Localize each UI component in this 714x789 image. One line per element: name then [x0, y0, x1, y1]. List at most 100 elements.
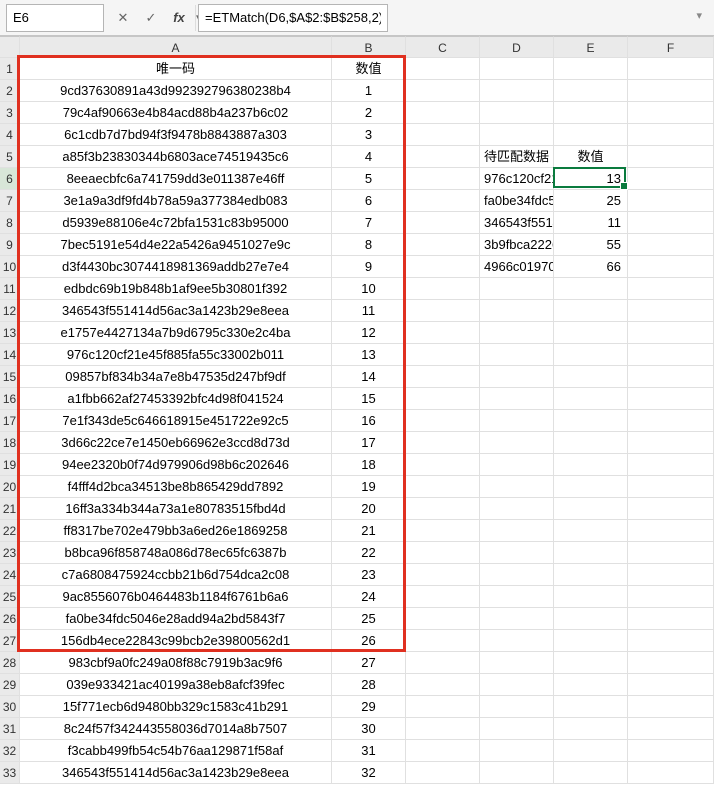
cell[interactable] [628, 564, 714, 586]
cell[interactable] [480, 124, 554, 146]
cell[interactable] [406, 344, 480, 366]
lookup-key[interactable]: 3b9fbca22262 [480, 234, 554, 256]
cell[interactable] [628, 366, 714, 388]
col-b-value[interactable]: 24 [332, 586, 406, 608]
cell[interactable] [406, 168, 480, 190]
row-header[interactable]: 32 [0, 740, 20, 762]
select-all-corner[interactable] [0, 36, 20, 58]
cell[interactable] [480, 58, 554, 80]
cell[interactable] [628, 190, 714, 212]
col-a-value[interactable]: 7bec5191e54d4e22a5426a9451027e9c [20, 234, 332, 256]
row-header[interactable]: 14 [0, 344, 20, 366]
cell[interactable] [554, 740, 628, 762]
cell[interactable] [480, 344, 554, 366]
row-header[interactable]: 11 [0, 278, 20, 300]
cell[interactable] [480, 630, 554, 652]
cell[interactable] [554, 322, 628, 344]
cell[interactable] [628, 498, 714, 520]
row-header[interactable]: 8 [0, 212, 20, 234]
cell[interactable] [406, 762, 480, 784]
cell[interactable] [628, 586, 714, 608]
col-b-value[interactable]: 13 [332, 344, 406, 366]
cell[interactable] [480, 696, 554, 718]
cell[interactable] [554, 762, 628, 784]
col-a-value[interactable]: 16ff3a334b344a73a1e80783515fbd4d [20, 498, 332, 520]
row-header[interactable]: 3 [0, 102, 20, 124]
cell[interactable] [628, 124, 714, 146]
cell[interactable] [480, 80, 554, 102]
col-header-E[interactable]: E [554, 36, 628, 58]
cell[interactable] [628, 674, 714, 696]
col-b-value[interactable]: 27 [332, 652, 406, 674]
cell[interactable] [406, 454, 480, 476]
cell[interactable] [628, 80, 714, 102]
cell[interactable] [554, 344, 628, 366]
row-header[interactable]: 30 [0, 696, 20, 718]
cell[interactable] [406, 124, 480, 146]
lookup-key[interactable]: 976c120cf21e [480, 168, 554, 190]
cell[interactable] [480, 432, 554, 454]
cell[interactable] [628, 762, 714, 784]
cell[interactable] [480, 674, 554, 696]
col-a-value[interactable]: 8eeaecbfc6a741759dd3e011387e46ff [20, 168, 332, 190]
col-a-value[interactable]: 8c24f57f342443558036d7014a8b7507 [20, 718, 332, 740]
cell[interactable] [480, 542, 554, 564]
cell[interactable] [554, 102, 628, 124]
formula-input[interactable] [198, 4, 388, 32]
cell[interactable] [406, 300, 480, 322]
cell[interactable] [628, 520, 714, 542]
cell[interactable] [406, 740, 480, 762]
col-b-value[interactable]: 7 [332, 212, 406, 234]
lookup-val[interactable]: 11 [554, 212, 628, 234]
col-a-value[interactable]: 6c1cdb7d7bd94f3f9478b8843887a303 [20, 124, 332, 146]
col-b-value[interactable]: 17 [332, 432, 406, 454]
lookup-val[interactable]: 13 [554, 168, 628, 190]
row-header[interactable]: 10 [0, 256, 20, 278]
cell[interactable] [554, 564, 628, 586]
cell[interactable] [480, 366, 554, 388]
row-header[interactable]: 27 [0, 630, 20, 652]
col-b-value[interactable]: 5 [332, 168, 406, 190]
cell[interactable] [554, 652, 628, 674]
cell[interactable] [406, 674, 480, 696]
col-b-value[interactable]: 22 [332, 542, 406, 564]
cell[interactable] [554, 630, 628, 652]
col-b-value[interactable]: 14 [332, 366, 406, 388]
row-header[interactable]: 26 [0, 608, 20, 630]
cell[interactable] [480, 498, 554, 520]
cell[interactable] [554, 300, 628, 322]
row-header[interactable]: 4 [0, 124, 20, 146]
col-a-value[interactable]: 976c120cf21e45f885fa55c33002b011 [20, 344, 332, 366]
row-header[interactable]: 22 [0, 520, 20, 542]
col-a-value[interactable]: fa0be34fdc5046e28add94a2bd5843f7 [20, 608, 332, 630]
cell[interactable] [480, 564, 554, 586]
row-header[interactable]: 1 [0, 58, 20, 80]
cell[interactable] [554, 366, 628, 388]
col-a-value[interactable]: 983cbf9a0fc249a08f88c7919b3ac9f6 [20, 652, 332, 674]
row-header[interactable]: 23 [0, 542, 20, 564]
col-header-F[interactable]: F [628, 36, 714, 58]
row-header[interactable]: 6 [0, 168, 20, 190]
cell[interactable] [480, 740, 554, 762]
lookup-key[interactable]: 4966c019708 [480, 256, 554, 278]
name-box-input[interactable] [7, 10, 195, 25]
cell[interactable] [628, 300, 714, 322]
row-header[interactable]: 18 [0, 432, 20, 454]
col-b-value[interactable]: 3 [332, 124, 406, 146]
row-header[interactable]: 21 [0, 498, 20, 520]
col-a-value[interactable]: d5939e88106e4c72bfa1531c83b95000 [20, 212, 332, 234]
cell[interactable] [406, 58, 480, 80]
col-b-value[interactable]: 19 [332, 476, 406, 498]
col-b-value[interactable]: 23 [332, 564, 406, 586]
col-b-value[interactable]: 2 [332, 102, 406, 124]
col-b-value[interactable]: 4 [332, 146, 406, 168]
lookup-key[interactable]: fa0be34fdc50 [480, 190, 554, 212]
cell[interactable] [406, 476, 480, 498]
cell[interactable] [406, 366, 480, 388]
cell[interactable] [406, 212, 480, 234]
cell[interactable] [628, 322, 714, 344]
lookup-key[interactable]: 346543f55141 [480, 212, 554, 234]
cell[interactable] [628, 344, 714, 366]
cell[interactable] [628, 476, 714, 498]
col-a-value[interactable]: a85f3b23830344b6803ace74519435c6 [20, 146, 332, 168]
